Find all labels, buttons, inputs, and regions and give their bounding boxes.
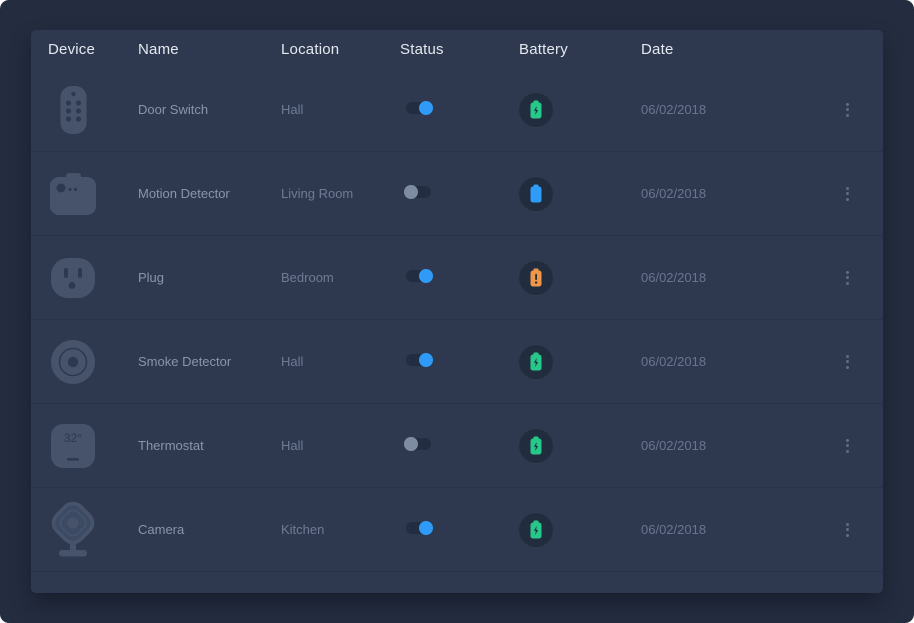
device-name: Camera [138, 522, 281, 537]
table-row: Plug Bedroom 06/02/2018 [31, 236, 883, 320]
table-body: Door Switch Hall 06/02/2018 Motion Detec… [31, 68, 883, 572]
device-name: Smoke Detector [138, 354, 281, 369]
column-header-location: Location [281, 41, 400, 58]
motion-detector-icon [48, 173, 98, 215]
more-options-icon[interactable] [842, 183, 853, 205]
battery-green-charging-icon [519, 345, 553, 379]
device-date: 06/02/2018 [641, 354, 812, 369]
device-name: Thermostat [138, 438, 281, 453]
battery-green-charging-icon [519, 513, 553, 547]
device-location: Kitchen [281, 522, 400, 537]
table-row: 32° Thermostat Hall 06/02/2018 [31, 404, 883, 488]
more-options-icon[interactable] [842, 99, 853, 121]
camera-icon [48, 501, 98, 558]
column-header-date: Date [641, 41, 812, 58]
device-date: 06/02/2018 [641, 438, 812, 453]
column-header-battery: Battery [519, 41, 641, 58]
smoke-detector-icon [48, 339, 98, 385]
more-options-icon[interactable] [842, 519, 853, 541]
toggle-knob [419, 521, 433, 535]
device-date: 06/02/2018 [641, 186, 812, 201]
battery-green-charging-icon [519, 93, 553, 127]
remote-icon [48, 86, 98, 134]
toggle-knob [419, 269, 433, 283]
more-options-icon[interactable] [842, 351, 853, 373]
toggle-knob [419, 101, 433, 115]
devices-table-panel: Device Name Location Status Battery Date… [31, 30, 883, 593]
device-name: Plug [138, 270, 281, 285]
device-date: 06/02/2018 [641, 270, 812, 285]
svg-text:32°: 32° [64, 431, 82, 445]
column-header-name: Name [138, 41, 281, 58]
table-footer [31, 572, 883, 592]
device-name: Motion Detector [138, 186, 281, 201]
device-date: 06/02/2018 [641, 102, 812, 117]
battery-green-charging-icon [519, 429, 553, 463]
status-toggle[interactable] [406, 354, 431, 366]
device-date: 06/02/2018 [641, 522, 812, 537]
status-toggle[interactable] [406, 186, 431, 198]
device-location: Bedroom [281, 270, 400, 285]
column-header-device: Device [31, 41, 138, 58]
battery-orange-low-icon [519, 261, 553, 295]
device-location: Hall [281, 354, 400, 369]
status-toggle[interactable] [406, 522, 431, 534]
toggle-knob [404, 437, 418, 451]
toggle-knob [419, 353, 433, 367]
status-toggle[interactable] [406, 438, 431, 450]
more-options-icon[interactable] [842, 267, 853, 289]
plug-icon [48, 257, 98, 299]
more-options-icon[interactable] [842, 435, 853, 457]
status-toggle[interactable] [406, 270, 431, 282]
device-location: Hall [281, 102, 400, 117]
toggle-knob [404, 185, 418, 199]
status-toggle[interactable] [406, 102, 431, 114]
table-row: Smoke Detector Hall 06/02/2018 [31, 320, 883, 404]
column-header-status: Status [400, 41, 519, 58]
device-location: Hall [281, 438, 400, 453]
app-window: Device Name Location Status Battery Date… [0, 0, 914, 623]
device-name: Door Switch [138, 102, 281, 117]
table-row: Door Switch Hall 06/02/2018 [31, 68, 883, 152]
thermostat-icon: 32° [48, 423, 98, 469]
table-header: Device Name Location Status Battery Date [31, 30, 883, 68]
battery-blue-full-icon [519, 177, 553, 211]
table-row: Camera Kitchen 06/02/2018 [31, 488, 883, 572]
table-row: Motion Detector Living Room 06/02/2018 [31, 152, 883, 236]
device-location: Living Room [281, 186, 400, 201]
